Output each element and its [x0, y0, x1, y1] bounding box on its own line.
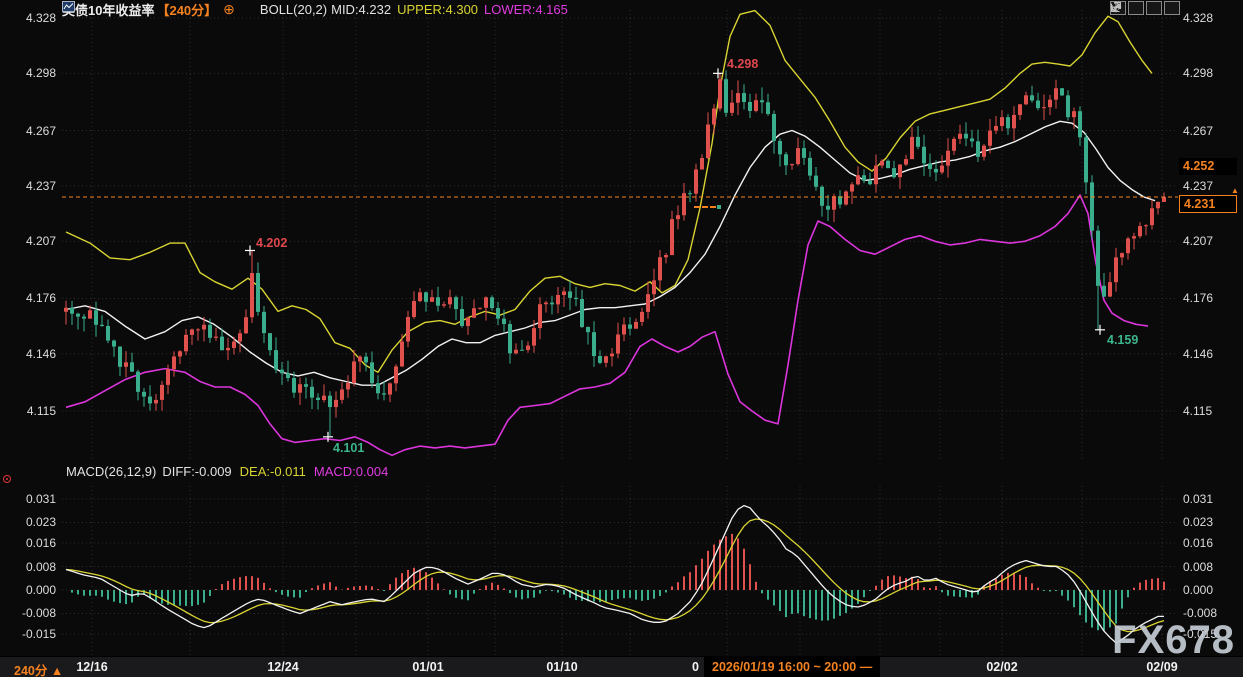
previous-price-badge: 4.252	[1179, 158, 1237, 175]
range-marker-dash	[694, 206, 716, 211]
macd-macd-value: MACD:0.004	[314, 464, 388, 479]
macd-diff-value: DIFF:-0.009	[162, 464, 231, 479]
macd-params-label: MACD(26,12,9)	[66, 464, 156, 479]
fit-right-icon[interactable]	[1146, 1, 1162, 15]
annotation-low-4159: 4.159	[1107, 333, 1138, 347]
chart-canvas[interactable]	[0, 0, 1243, 677]
annotation-high-4202: 4.202	[256, 236, 287, 250]
boll-mid-value: MID:4.232	[331, 2, 391, 17]
bollinger-bands-layer	[66, 11, 1155, 456]
add-indicator-icon[interactable]: ⊕	[223, 3, 235, 15]
range-marker-dot	[717, 205, 721, 209]
expand-right-icon[interactable]	[1164, 1, 1180, 15]
boll-label: BOLL(20,2)	[260, 2, 327, 17]
trading-chart-window: 4.3284.3284.2984.2984.2674.2674.2374.237…	[0, 0, 1243, 677]
annotation-high-4298: 4.298	[727, 57, 758, 71]
x-axis-tick: 02/02	[986, 660, 1017, 674]
macd-header: MACD(26,12,9) DIFF:-0.009 DEA:-0.011 MAC…	[66, 464, 388, 479]
macd-diff-line	[66, 506, 1164, 643]
period-arrow-icon: ▲	[51, 664, 63, 677]
macd-dea-value: DEA:-0.011	[240, 464, 306, 479]
covered-tick-label: 0	[692, 660, 699, 674]
candlestick-layer	[64, 70, 1166, 436]
time-axis-bar: 240分 ▲ 12/1612/2401/0101/1002/0202/09 0 …	[0, 656, 1243, 677]
boll-upper-value: UPPER:4.300	[397, 2, 478, 17]
x-axis-tick: 12/24	[267, 660, 298, 674]
period-selector[interactable]: 240分 ▲	[14, 660, 63, 677]
macd-layer	[66, 506, 1164, 643]
indicator-chart-icon[interactable]	[241, 4, 254, 15]
price-pointer-icon: ▲	[1231, 186, 1239, 195]
instrument-title: 美债10年收益率	[62, 0, 154, 19]
x-axis-tick: 01/01	[412, 660, 443, 674]
grid-layer	[62, 10, 1178, 655]
fit-left-icon[interactable]	[1128, 1, 1144, 15]
watermark: FX678	[1112, 618, 1235, 663]
period-tag[interactable]: 【240分】	[156, 0, 217, 19]
record-dot-icon[interactable]	[3, 475, 11, 483]
annotation-low-4101: 4.101	[333, 441, 364, 455]
x-axis-tick: 01/10	[546, 660, 577, 674]
boll-lower-value: LOWER:4.165	[484, 2, 568, 17]
chart-toolbar	[1110, 1, 1180, 15]
chart-header: 美债10年收益率 【240分】 ⊕ BOLL(20,2) MID:4.232 U…	[62, 1, 568, 17]
hovered-candle-time-tooltip: 2026/01/19 16:00 ~ 20:00 —	[704, 657, 880, 677]
x-axis-tick: 12/16	[76, 660, 107, 674]
current-price-badge: 4.231	[1179, 195, 1237, 213]
